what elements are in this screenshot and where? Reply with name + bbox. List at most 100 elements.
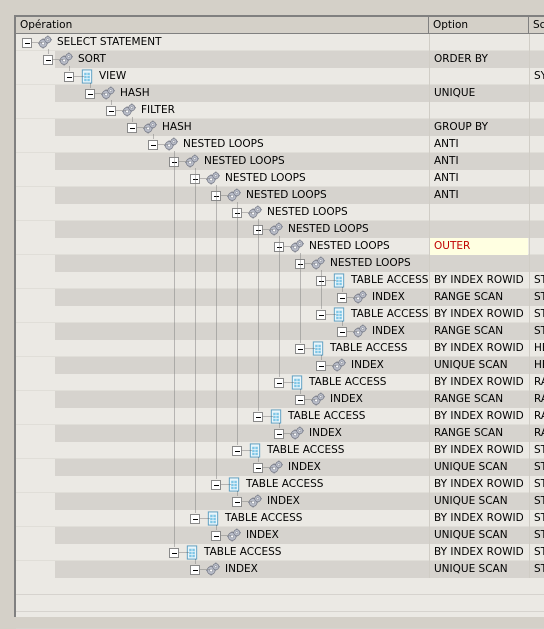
collapse-toggle-icon[interactable] (64, 72, 74, 82)
table-icon (289, 375, 305, 390)
gear-icon (163, 137, 179, 152)
table-row[interactable]: INDEX RANGE SCANRA (16, 425, 544, 442)
table-row[interactable]: TABLE ACCESSBY INDEX ROWIDST (16, 272, 544, 289)
table-row[interactable]: NESTED LOOPS (16, 204, 544, 221)
table-row[interactable]: NESTED LOOPS ANTI (16, 170, 544, 187)
table-row[interactable]: NESTED LOOPS (16, 221, 544, 238)
collapse-toggle-icon[interactable] (295, 259, 305, 269)
gear-icon (331, 358, 347, 373)
collapse-toggle-icon[interactable] (316, 276, 326, 286)
operation-label: INDEX (372, 325, 405, 337)
operation-label: INDEX (309, 427, 342, 439)
operation-label: HASH (120, 87, 150, 99)
collapse-toggle-icon[interactable] (253, 225, 263, 235)
operation-label: TABLE ACCESS (288, 410, 366, 422)
collapse-toggle-icon[interactable] (43, 55, 53, 65)
object-cell: HE (529, 340, 544, 357)
table-row[interactable]: TABLE ACCESS BY INDEX ROWIDHE (16, 340, 544, 357)
collapse-toggle-icon[interactable] (295, 395, 305, 405)
object-cell (529, 238, 544, 255)
table-row[interactable]: SELECT STATEMENT (16, 34, 544, 51)
collapse-toggle-icon[interactable] (337, 293, 347, 303)
collapse-toggle-icon[interactable] (190, 565, 200, 575)
collapse-toggle-icon[interactable] (274, 242, 284, 252)
object-cell: RA (529, 391, 544, 408)
table-row[interactable]: INDEX RANGE SCANRA (16, 391, 544, 408)
table-row[interactable]: TABLE ACCESSBY INDEX ROWIDST (16, 442, 544, 459)
collapse-toggle-icon[interactable] (169, 157, 179, 167)
collapse-toggle-icon[interactable] (211, 191, 221, 201)
option-cell: ORDER BY (429, 51, 528, 68)
operation-label: FILTER (141, 104, 175, 116)
object-cell: ST (529, 510, 544, 527)
option-cell (429, 221, 528, 238)
operation-label: HASH (162, 121, 192, 133)
table-row[interactable]: FILTER (16, 102, 544, 119)
table-row[interactable]: TABLE ACCESSBY INDEX ROWIDST (16, 544, 544, 561)
column-header-object[interactable]: Sc (529, 17, 544, 33)
option-cell: BY INDEX ROWID (429, 476, 528, 493)
table-icon (205, 511, 221, 526)
collapse-toggle-icon[interactable] (316, 310, 326, 320)
collapse-toggle-icon[interactable] (316, 361, 326, 371)
collapse-toggle-icon[interactable] (211, 531, 221, 541)
collapse-toggle-icon[interactable] (127, 123, 137, 133)
table-row[interactable]: NESTED LOOPS OUTER (16, 238, 544, 255)
collapse-toggle-icon[interactable] (295, 344, 305, 354)
table-row[interactable]: NESTED LOOPS ANTI (16, 187, 544, 204)
table-row[interactable]: TABLE ACCESS BY INDEX ROWIDRA (16, 408, 544, 425)
collapse-toggle-icon[interactable] (232, 208, 242, 218)
option-cell: RANGE SCAN (429, 323, 528, 340)
operation-label: INDEX (246, 529, 279, 541)
option-cell: ANTI (429, 187, 528, 204)
operation-label: VIEW (99, 70, 127, 82)
table-icon (331, 273, 347, 288)
table-row[interactable]: INDEX UNIQUE SCANST (16, 561, 544, 578)
collapse-toggle-icon[interactable] (274, 378, 284, 388)
table-row[interactable]: INDEX UNIQUE SCANHE (16, 357, 544, 374)
operation-label: NESTED LOOPS (225, 172, 306, 184)
gear-icon (310, 256, 326, 271)
collapse-toggle-icon[interactable] (253, 412, 263, 422)
collapse-toggle-icon[interactable] (148, 140, 158, 150)
collapse-toggle-icon[interactable] (232, 497, 242, 507)
table-row[interactable]: HASH GROUP BY (16, 119, 544, 136)
collapse-toggle-icon[interactable] (190, 514, 200, 524)
table-row[interactable]: NESTED LOOPS (16, 255, 544, 272)
collapse-toggle-icon[interactable] (169, 548, 179, 558)
collapse-toggle-icon[interactable] (211, 480, 221, 490)
table-row[interactable]: NESTED LOOPS ANTI (16, 153, 544, 170)
table-row[interactable]: HASH UNIQUE (16, 85, 544, 102)
column-header-option[interactable]: Option (429, 17, 529, 33)
collapse-toggle-icon[interactable] (190, 174, 200, 184)
table-row[interactable]: TABLE ACCESSBY INDEX ROWIDST (16, 476, 544, 493)
option-cell: BY INDEX ROWID (429, 510, 528, 527)
table-row[interactable]: TABLE ACCESSBY INDEX ROWIDST (16, 306, 544, 323)
collapse-toggle-icon[interactable] (106, 106, 116, 116)
collapse-toggle-icon[interactable] (22, 38, 32, 48)
column-header-operation[interactable]: Opération (16, 17, 429, 33)
table-row[interactable]: INDEX RANGE SCANST (16, 323, 544, 340)
operation-label: INDEX (372, 291, 405, 303)
collapse-toggle-icon[interactable] (253, 463, 263, 473)
table-row[interactable]: SORT ORDER BY (16, 51, 544, 68)
table-row[interactable]: VIEW SY (16, 68, 544, 85)
option-cell: UNIQUE SCAN (429, 357, 528, 374)
collapse-toggle-icon[interactable] (85, 89, 95, 99)
table-row[interactable]: INDEX UNIQUE SCANST (16, 493, 544, 510)
table-row[interactable]: NESTED LOOPS ANTI (16, 136, 544, 153)
gear-icon (247, 494, 263, 509)
table-row[interactable]: INDEX RANGE SCANST (16, 289, 544, 306)
empty-row (16, 578, 544, 595)
collapse-toggle-icon[interactable] (232, 446, 242, 456)
object-cell (529, 51, 544, 68)
table-row[interactable]: TABLE ACCESSBY INDEX ROWIDST (16, 510, 544, 527)
table-row[interactable]: INDEX UNIQUE SCANST (16, 527, 544, 544)
collapse-toggle-icon[interactable] (274, 429, 284, 439)
object-cell: ST (529, 306, 544, 323)
table-row[interactable]: INDEX UNIQUE SCANST (16, 459, 544, 476)
gear-icon (37, 35, 53, 50)
table-row[interactable]: TABLE ACCESS BY INDEX ROWIDRA (16, 374, 544, 391)
object-cell (529, 187, 544, 204)
collapse-toggle-icon[interactable] (337, 327, 347, 337)
